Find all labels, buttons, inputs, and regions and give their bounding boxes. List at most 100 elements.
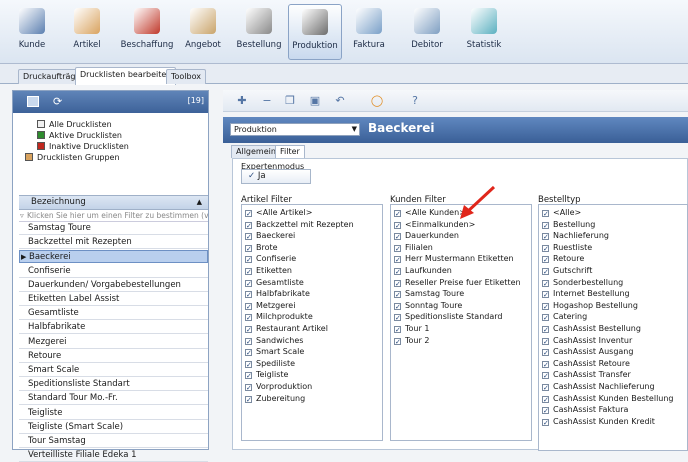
table-row[interactable]: Backzettel mit Rezepten <box>19 236 208 250</box>
checkbox-item[interactable]: ✓ CashAssist Kunden Kredit <box>542 416 655 427</box>
checkbox-item[interactable]: ✓ CashAssist Retoure <box>542 358 630 369</box>
ribbon-produktion[interactable]: Produktion <box>288 4 342 60</box>
checkbox-item[interactable]: ✓ <Einmalkunden> <box>394 219 475 230</box>
checkbox[interactable]: ✓ <box>245 302 252 310</box>
checkbox[interactable]: ✓ <box>245 233 252 241</box>
grid-header[interactable]: Bezeichnung ▲ <box>19 196 208 210</box>
tab-allgemein[interactable]: Allgemein <box>231 145 281 158</box>
checkbox[interactable]: ✓ <box>542 372 549 380</box>
checkbox-item[interactable]: ✓ Etiketten <box>245 265 292 276</box>
checkbox[interactable]: ✓ <box>245 244 252 252</box>
checkbox-item[interactable]: ✓ Internet Bestellung <box>542 288 630 299</box>
ribbon-angebot[interactable]: Angebot <box>179 4 227 60</box>
checkbox[interactable]: ✓ <box>542 233 549 241</box>
checkbox-item[interactable]: ✓ Bestellung <box>542 219 595 230</box>
checkbox-item[interactable]: ✓ Zubereitung <box>245 393 305 404</box>
checkbox[interactable]: ✓ <box>542 221 549 229</box>
checkbox-item[interactable]: ✓ Laufkunden <box>394 265 452 276</box>
checkbox[interactable]: ✓ <box>245 291 252 299</box>
checkbox[interactable]: ✓ <box>245 268 252 276</box>
tree-item[interactable]: Alle Drucklisten <box>37 119 112 130</box>
checkbox-item[interactable]: ✓ Confiserie <box>245 253 296 264</box>
checkbox[interactable]: ✓ <box>542 302 549 310</box>
table-row[interactable]: Confiserie <box>19 265 208 278</box>
checkbox-item[interactable]: ✓ Speditionsliste Standard <box>394 311 502 322</box>
checkbox[interactable]: ✓ <box>394 314 401 322</box>
checkbox[interactable]: ✓ <box>394 268 401 276</box>
table-row[interactable]: Retoure <box>19 350 208 363</box>
checkbox[interactable]: ✓ <box>245 210 252 218</box>
checkbox-item[interactable]: ✓ Gutschrift <box>542 265 592 276</box>
tab-1[interactable]: Drucklisten bearbeiten <box>75 67 177 85</box>
checkbox-item[interactable]: ✓ Tour 2 <box>394 335 429 346</box>
checkbox-item[interactable]: ✓ Baeckerei <box>245 230 295 241</box>
checkbox[interactable]: ✓ <box>542 407 549 415</box>
checkbox-item[interactable]: ✓ Sonntag Toure <box>394 300 462 311</box>
checkbox-item[interactable]: ✓ <Alle Kunden> <box>394 207 466 218</box>
checkbox-item[interactable]: ✓ Metzgerei <box>245 300 295 311</box>
checkbox-item[interactable]: ✓ Ruestliste <box>542 242 592 253</box>
checkbox-item[interactable]: ✓ Restaurant Artikel <box>245 323 328 334</box>
checkbox[interactable]: ✓ <box>542 314 549 322</box>
ribbon-beschaffung[interactable]: Beschaffung <box>119 4 175 60</box>
checkbox[interactable]: ✓ <box>542 337 549 345</box>
checkbox[interactable]: ✓ <box>542 349 549 357</box>
checkbox[interactable]: ✓ <box>245 360 252 368</box>
ribbon-bestellung[interactable]: Bestellung <box>234 4 284 60</box>
table-row[interactable]: Dauerkunden/ Vorgabebestellungen <box>19 279 208 292</box>
refresh-icon[interactable]: ⟳ <box>53 95 62 108</box>
checkbox-item[interactable]: ✓ Samstag Toure <box>394 288 464 299</box>
checkbox[interactable]: ✓ <box>542 326 549 334</box>
checkbox[interactable]: ✓ <box>245 326 252 334</box>
checkbox[interactable]: ✓ <box>394 337 401 345</box>
checkbox[interactable]: ✓ <box>245 395 252 403</box>
checkbox[interactable]: ✓ <box>542 244 549 252</box>
table-row[interactable]: Speditionsliste Standart <box>19 378 208 392</box>
checkbox[interactable]: ✓ <box>542 256 549 264</box>
checkbox[interactable]: ✓ <box>245 384 252 392</box>
checkbox-item[interactable]: ✓ Herr Mustermann Etiketten <box>394 253 514 264</box>
checkbox[interactable]: ✓ <box>542 384 549 392</box>
checkbox[interactable]: ✓ <box>245 349 252 357</box>
ribbon-kunde[interactable]: Kunde <box>10 4 54 60</box>
checkbox[interactable]: ✓ <box>394 210 401 218</box>
checkbox[interactable]: ✓ <box>542 279 549 287</box>
checkbox-item[interactable]: ✓ Gesamtliste <box>245 277 304 288</box>
checkbox-item[interactable]: ✓ Sandwiches <box>245 335 303 346</box>
ribbon-faktura[interactable]: Faktura <box>347 4 391 60</box>
tree-item[interactable]: Drucklisten Gruppen <box>25 152 120 163</box>
copy-icon[interactable]: ❐ <box>283 94 297 108</box>
checkbox-item[interactable]: ✓ Hogashop Bestellung <box>542 300 638 311</box>
checkbox-item[interactable]: ✓ <Alle Artikel> <box>245 207 312 218</box>
table-row[interactable]: ▶ Baeckerei <box>19 250 208 264</box>
checkbox[interactable]: ✓ <box>542 210 549 218</box>
checkbox[interactable]: ✓ <box>245 337 252 345</box>
checkbox-item[interactable]: ✓ Catering <box>542 311 587 322</box>
ribbon-debitor[interactable]: Debitor <box>405 4 449 60</box>
checkbox-item[interactable]: ✓ Spediliste <box>245 358 295 369</box>
ribbon-statistik[interactable]: Statistik <box>459 4 509 60</box>
checkbox-item[interactable]: ✓ Brote <box>245 242 278 253</box>
checkbox-item[interactable]: ✓ Tour 1 <box>394 323 429 334</box>
expert-mode-toggle[interactable]: ✓ Ja <box>241 169 311 184</box>
checkbox-item[interactable]: ✓ CashAssist Transfer <box>542 369 631 380</box>
checkbox[interactable]: ✓ <box>245 256 252 264</box>
checkbox-item[interactable]: ✓ Dauerkunden <box>394 230 459 241</box>
checkbox-item[interactable]: ✓ Sonderbestellung <box>542 277 623 288</box>
checkbox-item[interactable]: ✓ CashAssist Bestellung <box>542 323 641 334</box>
table-row[interactable]: Smart Scale <box>19 364 208 377</box>
checkbox[interactable]: ✓ <box>542 360 549 368</box>
checkbox[interactable]: ✓ <box>394 233 401 241</box>
ribbon-artikel[interactable]: Artikel <box>64 4 110 60</box>
table-row[interactable]: Halbfabrikate <box>19 321 208 335</box>
checkbox-item[interactable]: ✓ Filialen <box>394 242 433 253</box>
checkbox[interactable]: ✓ <box>245 314 252 322</box>
category-dropdown[interactable]: Produktion ▼ <box>230 123 360 136</box>
checkbox-item[interactable]: ✓ Teigliste <box>245 369 288 380</box>
checkbox-item[interactable]: ✓ Reseller Preise fuer Etiketten <box>394 277 521 288</box>
table-row[interactable]: Verteilliste Filiale Edeka 1 <box>19 449 208 462</box>
add-icon[interactable]: ✚ <box>235 94 249 108</box>
checkbox[interactable]: ✓ <box>245 221 252 229</box>
checkbox[interactable]: ✓ <box>394 302 401 310</box>
checkbox[interactable]: ✓ <box>394 291 401 299</box>
